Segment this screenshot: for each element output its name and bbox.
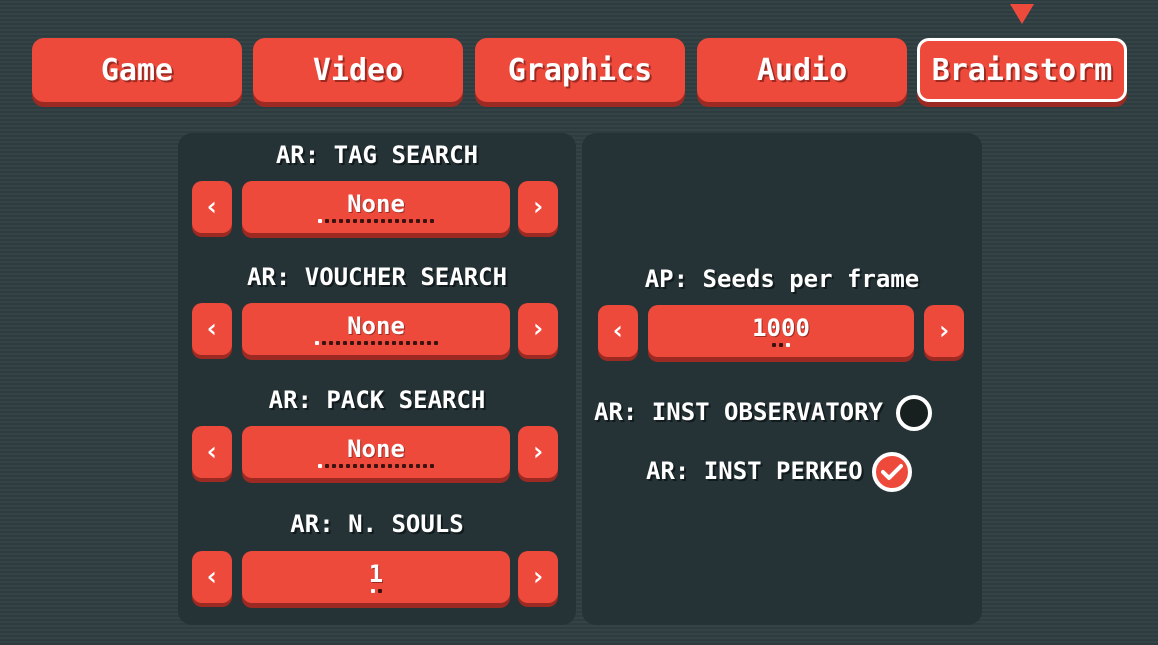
chevron-right-icon: › <box>936 316 952 346</box>
tab-audio[interactable]: Audio <box>697 38 907 102</box>
inst-observatory-toggle[interactable] <box>896 395 932 431</box>
chevron-left-icon: ‹ <box>204 192 220 222</box>
seeds-per-frame-value: 1000 <box>752 314 810 342</box>
chevron-left-icon: ‹ <box>204 314 220 344</box>
n-souls-prev-button[interactable]: ‹ <box>192 551 232 603</box>
voucher-search-label: AR: VOUCHER SEARCH <box>246 263 508 291</box>
chevron-left-icon: ‹ <box>204 562 220 592</box>
tag-search-label: AR: TAG SEARCH <box>275 141 479 169</box>
chevron-right-icon: › <box>530 314 546 344</box>
n-souls-next-button[interactable]: › <box>518 551 558 603</box>
pack-search-label: AR: PACK SEARCH <box>268 386 486 414</box>
right-settings-panel: AP: Seeds per frame ‹ 1000 › AR: INST OB… <box>582 133 982 625</box>
chevron-left-icon: ‹ <box>204 437 220 467</box>
active-tab-indicator-icon <box>1010 4 1034 24</box>
seeds-per-frame-label: AP: Seeds per frame <box>644 265 920 293</box>
chevron-right-icon: › <box>530 437 546 467</box>
tag-search-prev-button[interactable]: ‹ <box>192 181 232 233</box>
option-dots <box>370 589 382 593</box>
pack-search-next-button[interactable]: › <box>518 426 558 478</box>
option-dots <box>772 343 790 347</box>
checkmark-icon <box>881 464 903 480</box>
seeds-per-frame-next-button[interactable]: › <box>924 305 964 357</box>
inst-perkeo-toggle[interactable] <box>872 452 912 492</box>
inst-observatory-label: AR: INST OBSERVATORY <box>594 398 883 426</box>
tab-video[interactable]: Video <box>253 38 463 102</box>
n-souls-value: 1 <box>368 560 384 588</box>
tab-brainstorm[interactable]: Brainstorm <box>917 38 1127 102</box>
voucher-search-value: None <box>347 312 405 340</box>
pack-search-value: None <box>347 435 405 463</box>
pack-search-selector[interactable]: None <box>242 426 510 478</box>
tab-bar: Game Video Graphics Audio Brainstorm <box>0 0 1158 120</box>
tag-search-selector[interactable]: None <box>242 181 510 233</box>
chevron-right-icon: › <box>530 192 546 222</box>
option-dots <box>314 341 438 345</box>
option-dots <box>318 219 434 223</box>
n-souls-label: AR: N. SOULS <box>290 510 464 538</box>
n-souls-selector[interactable]: 1 <box>242 551 510 603</box>
voucher-search-selector[interactable]: None <box>242 303 510 355</box>
tab-game[interactable]: Game <box>32 38 242 102</box>
pack-search-prev-button[interactable]: ‹ <box>192 426 232 478</box>
inst-perkeo-label: AR: INST PERKEO <box>646 457 863 485</box>
left-settings-panel: AR: TAG SEARCH ‹ None › AR: VOUCHER SEAR… <box>178 133 576 625</box>
seeds-per-frame-prev-button[interactable]: ‹ <box>598 305 638 357</box>
chevron-right-icon: › <box>530 562 546 592</box>
voucher-search-next-button[interactable]: › <box>518 303 558 355</box>
tag-search-next-button[interactable]: › <box>518 181 558 233</box>
tab-graphics[interactable]: Graphics <box>475 38 685 102</box>
chevron-left-icon: ‹ <box>610 316 626 346</box>
voucher-search-prev-button[interactable]: ‹ <box>192 303 232 355</box>
tag-search-value: None <box>347 190 405 218</box>
seeds-per-frame-selector[interactable]: 1000 <box>648 305 914 357</box>
option-dots <box>318 464 434 468</box>
